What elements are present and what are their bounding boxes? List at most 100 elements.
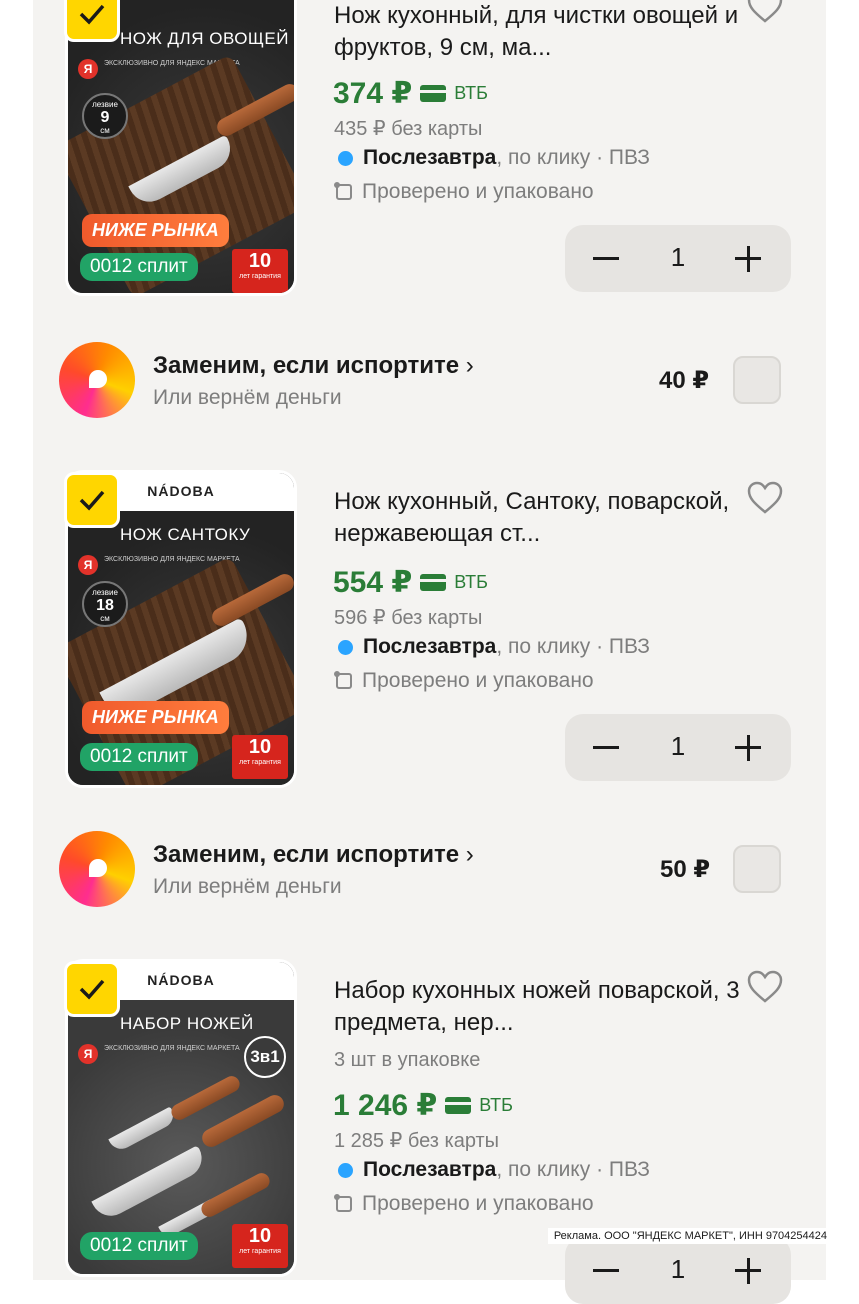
blade-length-unit: см	[100, 126, 110, 135]
plus-icon-vertical[interactable]	[747, 735, 750, 761]
price-row: 554 ₽ ВТБ	[333, 565, 488, 600]
logo-hole	[89, 370, 107, 388]
blade-length-value: 9	[100, 109, 110, 126]
yandex-logo: Я	[78, 59, 98, 79]
plus-icon-vertical[interactable]	[747, 246, 750, 272]
image-title: НАБОР НОЖЕЙ	[120, 1014, 254, 1033]
warranty-years: 10	[248, 1225, 272, 1247]
set-count-badge: 3в1	[244, 1036, 286, 1078]
yandex-logo: Я	[78, 1044, 98, 1064]
delivery-method: , по клику · ПВЗ	[496, 146, 650, 169]
warranty-label: лет гарантия	[239, 759, 281, 766]
package-check-icon	[334, 182, 352, 200]
heart-icon[interactable]	[746, 481, 784, 515]
blade-length-badge: лезвие 9 см	[82, 93, 128, 139]
card-icon	[445, 1097, 472, 1114]
units-in-pack: 3 шт в упаковке	[334, 1049, 481, 1071]
bank-name: ВТБ	[479, 1095, 513, 1115]
product-title[interactable]: Нож кухонный, для чистки овощей и фрукто…	[334, 0, 744, 64]
warranty-badge: 10 лет гарантия	[232, 1224, 288, 1268]
price: 1 246 ₽	[333, 1089, 438, 1122]
price-row: 374 ₽ ВТБ	[333, 76, 488, 111]
blade-length-value: 18	[96, 597, 114, 614]
card-icon	[420, 574, 447, 591]
price-row: 1 246 ₽ ВТБ	[333, 1088, 513, 1123]
checked-label: Проверено и упаковано	[362, 669, 594, 692]
below-market-badge: НИЖЕ РЫНКА	[82, 701, 229, 734]
insurance-title-text: Заменим, если испортите	[153, 352, 460, 379]
insurance-price: 50 ₽	[660, 856, 711, 883]
insurance-title-text: Заменим, если испортите	[153, 841, 460, 868]
delivery-method: , по клику · ПВЗ	[496, 635, 650, 658]
warranty-label: лет гарантия	[239, 273, 281, 280]
heart-icon[interactable]	[746, 970, 784, 1004]
warranty-badge: 10 лет гарантия	[232, 249, 288, 293]
insurance-checkbox[interactable]	[733, 356, 781, 404]
old-price: 435 ₽ без карты	[334, 118, 483, 140]
checkmark-icon	[79, 490, 105, 511]
warranty-years: 10	[248, 250, 272, 272]
yandex-logo: Я	[78, 555, 98, 575]
product-title[interactable]: Набор кухонных ножей поварской, 3 предме…	[334, 975, 744, 1039]
warranty-years: 10	[248, 736, 272, 758]
bank-name: ВТБ	[454, 83, 488, 103]
package-check-icon	[334, 1194, 352, 1212]
chevron-right-icon: ›	[465, 841, 474, 868]
insurance-checkbox[interactable]	[733, 845, 781, 893]
below-market-badge: НИЖЕ РЫНКА	[82, 214, 229, 247]
card-icon	[420, 85, 447, 102]
bank-name: ВТБ	[454, 572, 488, 592]
product-title[interactable]: Нож кухонный, Сантоку, поварской, нержав…	[334, 486, 744, 550]
insurance-logo-icon	[59, 342, 135, 418]
image-exclusive: ЭКСКЛЮЗИВНО ДЛЯ ЯНДЕКС МАРКЕТА	[104, 1045, 240, 1052]
price: 554 ₽	[333, 566, 413, 599]
delivery-date: Послезавтра	[363, 635, 497, 658]
item-select-checkbox[interactable]	[64, 472, 120, 528]
insurance-title[interactable]: Заменим, если испортите ›	[153, 841, 474, 869]
logo-hole	[89, 859, 107, 877]
warranty-badge: 10 лет гарантия	[232, 735, 288, 779]
checked-packed: Проверено и упаковано	[334, 180, 594, 204]
checkmark-icon	[79, 4, 105, 25]
delivery-date: Послезавтра	[363, 146, 497, 169]
old-price: 1 285 ₽ без карты	[334, 1130, 500, 1152]
delivery-info: Послезавтра, по клику · ПВЗ	[338, 635, 650, 659]
delivery-date: Послезавтра	[363, 1158, 497, 1181]
item-select-checkbox[interactable]	[64, 961, 120, 1017]
heart-icon[interactable]	[746, 0, 784, 24]
product-image[interactable]: НОЖ ДЛЯ ОВОЩЕЙ Я ЭКСКЛЮЗИВНО ДЛЯ ЯНДЕКС …	[65, 0, 297, 296]
split-badge: 0012 сплит	[80, 253, 198, 281]
blade-length-badge: лезвие 18 см	[82, 581, 128, 627]
checked-label: Проверено и упаковано	[362, 180, 594, 203]
blade-length-label: лезвие	[92, 100, 118, 109]
delivery-method: , по клику · ПВЗ	[496, 1158, 650, 1181]
ad-disclaimer: Реклама. ООО "ЯНДЕКС МАРКЕТ", ИНН 970425…	[547, 1228, 827, 1244]
plus-icon-vertical[interactable]	[747, 1258, 750, 1284]
split-badge: 0012 сплит	[80, 743, 198, 771]
delivery-dot-icon	[338, 639, 353, 655]
package-check-icon	[334, 671, 352, 689]
delivery-dot-icon	[338, 1162, 353, 1178]
warranty-label: лет гарантия	[239, 1248, 281, 1255]
quantity-stepper[interactable]: 1	[565, 1237, 791, 1304]
delivery-dot-icon	[338, 150, 353, 166]
checked-label: Проверено и упаковано	[362, 1192, 594, 1215]
old-price: 596 ₽ без карты	[334, 607, 483, 629]
blade-length-label: лезвие	[92, 588, 118, 597]
blade-length-unit: см	[100, 614, 110, 623]
delivery-info: Послезавтра, по клику · ПВЗ	[338, 1158, 650, 1182]
insurance-title[interactable]: Заменим, если испортите ›	[153, 352, 474, 380]
image-title: НОЖ САНТОКУ	[120, 525, 251, 544]
quantity-stepper[interactable]: 1	[565, 714, 791, 781]
delivery-info: Послезавтра, по клику · ПВЗ	[338, 146, 650, 170]
checked-packed: Проверено и упаковано	[334, 669, 594, 693]
quantity-stepper[interactable]: 1	[565, 225, 791, 292]
item-select-checkbox[interactable]	[64, 0, 120, 42]
chevron-right-icon: ›	[465, 352, 474, 379]
checkmark-icon	[79, 979, 105, 1000]
split-badge: 0012 сплит	[80, 1232, 198, 1260]
image-title: НОЖ ДЛЯ ОВОЩЕЙ	[120, 29, 289, 48]
insurance-subtitle: Или вернём деньги	[153, 875, 342, 898]
insurance-logo-icon	[59, 831, 135, 907]
insurance-price: 40 ₽	[659, 367, 710, 394]
